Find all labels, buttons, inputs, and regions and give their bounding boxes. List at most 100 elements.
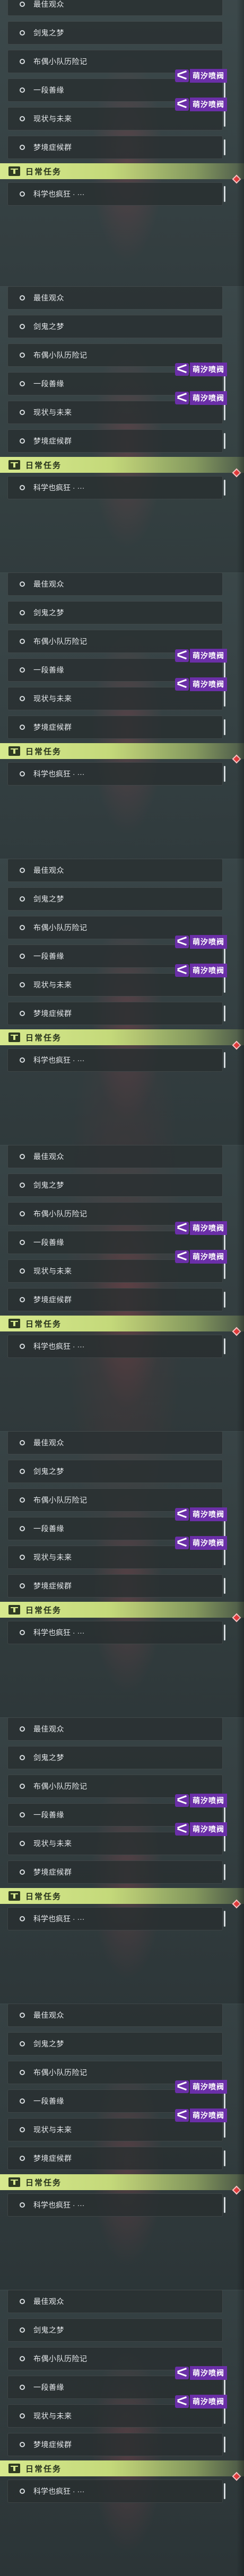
daily-task-item[interactable]: 科学也疯狂 · ··· [7,182,225,206]
quest-item[interactable]: 剑鬼之梦 [7,1460,223,1483]
quest-item[interactable]: 梦境症候群 [7,1288,225,1311]
quest-panel: 最佳观众 剑鬼之梦 布偶小队历险记 一段善缘 现状与未来 梦境症候群 萌汐喷阀 萌汐喷阀 日常任… [0,1431,244,1718]
quest-item[interactable]: 梦境症候群 [7,429,225,453]
quest-item-label: 一段善缘 [33,1238,64,1247]
watermark-logo-icon [175,69,189,82]
circle-icon [20,1526,25,1531]
daily-task-item[interactable]: 科学也疯狂 · ··· [7,762,225,786]
watermark-logo-icon [175,936,189,948]
quest-item-label: 布偶小队历险记 [33,2354,88,2363]
watermark-logo-icon [175,678,189,691]
quest-item-label: 梦境症候群 [33,1868,72,1876]
daily-task-item[interactable]: 科学也疯狂 · ··· [7,1335,225,1358]
daily-task-title: 日常任务 [25,2178,62,2187]
daily-task-header[interactable]: 日常任务 [0,1316,244,1331]
panel-edge-shade [237,1145,244,1431]
quest-item[interactable]: 梦境症候群 [7,716,225,739]
watermark-text: 萌汐喷阀 [190,1822,227,1836]
watermark-text: 萌汐喷阀 [190,1794,227,1807]
quest-item[interactable]: 梦境症候群 [7,1860,225,1884]
daily-task-label: 科学也疯狂 · ··· [33,483,85,492]
quest-item[interactable]: 剑鬼之梦 [7,315,223,338]
watermark-logo-icon [175,2395,189,2408]
quest-item[interactable]: 最佳观众 [7,286,223,310]
quest-item[interactable]: 剑鬼之梦 [7,887,223,911]
circle-icon [20,639,25,644]
circle-icon [20,1755,25,1760]
daily-task-item[interactable]: 科学也疯狂 · ··· [7,1048,225,1072]
daily-task-icon [8,746,20,756]
daily-task-header[interactable]: 日常任务 [0,1602,244,1618]
quest-item-label: 剑鬼之梦 [33,1181,64,1189]
quest-item[interactable]: 梦境症候群 [7,1002,225,1025]
watermark-text: 萌汐喷阀 [190,363,227,376]
watermark-logo-icon [175,2367,189,2379]
daily-task-header[interactable]: 日常任务 [0,163,244,179]
quest-item-label: 最佳观众 [33,294,64,302]
scroll-marker [224,948,225,964]
quest-item[interactable]: 最佳观众 [7,1431,223,1454]
scroll-marker [224,691,225,707]
quest-item-label: 布偶小队历险记 [33,637,88,646]
quest-item[interactable]: 最佳观众 [7,1717,223,1741]
quest-item[interactable]: 剑鬼之梦 [7,2318,223,2342]
daily-task-header[interactable]: 日常任务 [0,2174,244,2190]
circle-icon [20,2070,25,2075]
quest-item[interactable]: 梦境症候群 [7,2433,225,2456]
scroll-marker [224,139,225,155]
quest-item[interactable]: 最佳观众 [7,1145,223,1168]
quest-item[interactable]: 剑鬼之梦 [7,21,223,45]
circle-icon [20,438,25,444]
scroll-marker [224,977,225,993]
circle-icon [20,925,25,930]
scroll-marker [224,404,225,420]
quest-item[interactable]: 最佳观众 [7,2004,223,2027]
daily-task-item[interactable]: 科学也疯狂 · ··· [7,476,225,499]
quest-item[interactable]: 梦境症候群 [7,136,225,159]
daily-task-item[interactable]: 科学也疯狂 · ··· [7,2193,225,2217]
daily-task-item[interactable]: 科学也疯狂 · ··· [7,1907,225,1930]
daily-task-label: 科学也疯狂 · ··· [33,190,85,198]
quest-item-label: 现状与未来 [33,694,72,703]
scroll-marker [224,1911,225,1927]
quest-item[interactable]: 梦境症候群 [7,1574,225,1598]
circle-icon [20,1011,25,1016]
circle-icon [20,2041,25,2046]
daily-task-header[interactable]: 日常任务 [0,2460,244,2476]
quest-item[interactable]: 剑鬼之梦 [7,1174,223,1197]
daily-task-label: 科学也疯狂 · ··· [33,2201,85,2209]
circle-icon [20,2,25,7]
quest-panel: 最佳观众 剑鬼之梦 布偶小队历险记 一段善缘 现状与未来 梦境症候群 萌汐喷阀 萌汐喷阀 日常任… [0,2290,244,2576]
quest-item[interactable]: 最佳观众 [7,2290,223,2313]
quest-item[interactable]: 剑鬼之梦 [7,601,223,624]
quest-item[interactable]: 最佳观众 [7,572,223,596]
daily-task-header[interactable]: 日常任务 [0,1029,244,1045]
watermark-logo-icon [175,1508,189,1521]
quest-item-label: 剑鬼之梦 [33,322,64,331]
quest-item-label: 一段善缘 [33,2097,64,2105]
daily-task-header[interactable]: 日常任务 [0,1888,244,1904]
circle-icon [20,1297,25,1302]
quest-item[interactable]: 最佳观众 [7,0,223,16]
daily-task-item[interactable]: 科学也疯狂 · ··· [7,1621,225,1644]
quest-item[interactable]: 剑鬼之梦 [7,2032,223,2055]
watermark-logo-icon [175,1250,189,1263]
watermark-text: 萌汐喷阀 [190,964,227,977]
circle-icon [20,696,25,701]
quest-item[interactable]: 梦境症候群 [7,2147,225,2170]
daily-task-item[interactable]: 科学也疯狂 · ··· [7,2480,225,2503]
scroll-marker [224,186,225,202]
watermark-text: 萌汐喷阀 [190,391,227,405]
circle-icon [20,145,25,150]
circle-icon [20,1583,25,1589]
scroll-marker [224,2483,225,2499]
daily-task-header[interactable]: 日常任务 [0,457,244,473]
quest-item[interactable]: 最佳观众 [7,859,223,882]
circle-icon [20,381,25,386]
quest-item-label: 剑鬼之梦 [33,2040,64,2048]
quest-item-label: 最佳观众 [33,0,64,8]
daily-task-header[interactable]: 日常任务 [0,743,244,759]
quest-item[interactable]: 剑鬼之梦 [7,1746,223,1769]
daily-task-title: 日常任务 [25,1892,62,1901]
watermark: 萌汐喷阀 [175,2107,229,2123]
